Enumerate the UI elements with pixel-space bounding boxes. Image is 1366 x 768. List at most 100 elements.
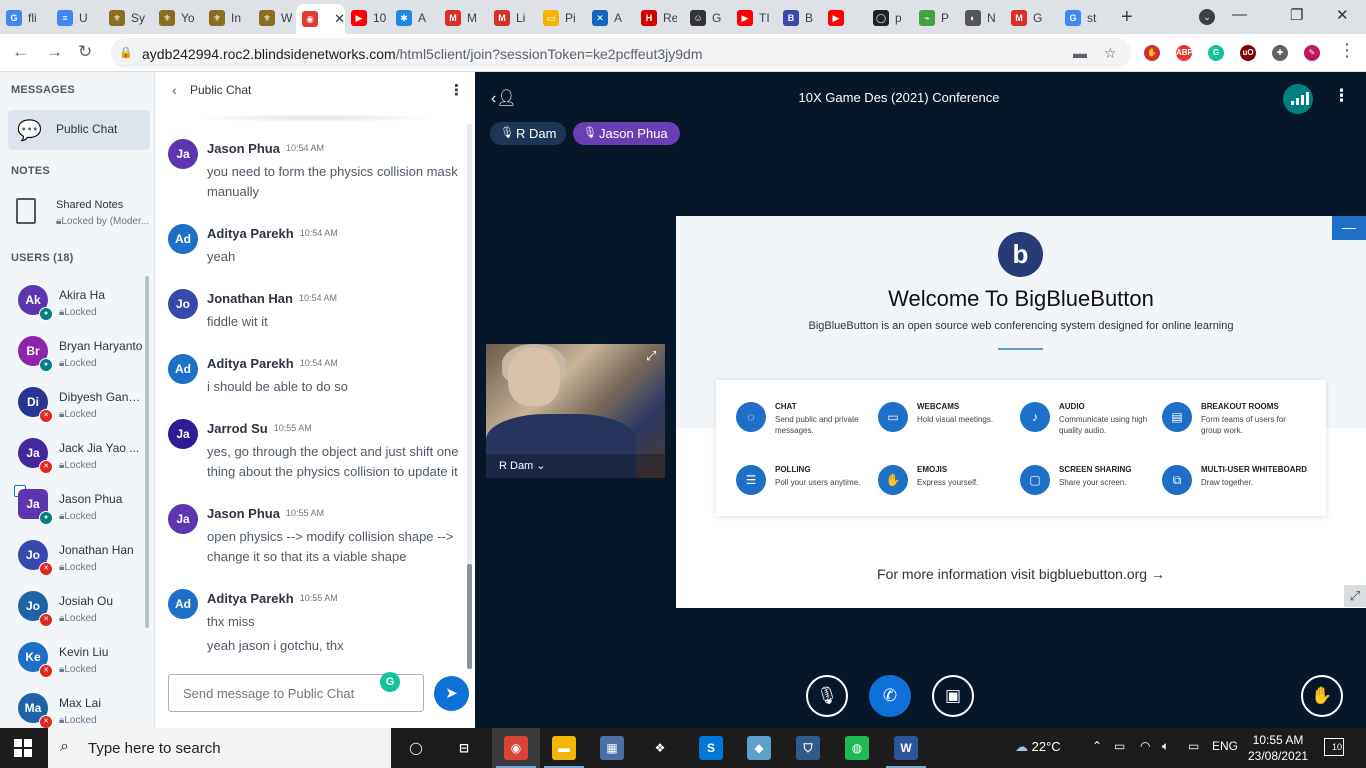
- connection-status-icon[interactable]: [1283, 84, 1313, 114]
- mute-mic-button[interactable]: 🎙: [806, 675, 848, 717]
- browser-tab[interactable]: ◉ ✕: [296, 4, 345, 34]
- user-list-item[interactable]: Jo ✕ Josiah Ou 🔒︎Locked: [0, 586, 147, 637]
- talking-indicator-r-dam[interactable]: 🎙︎ R Dam: [490, 122, 566, 145]
- browser-tab[interactable]: ◯ p: [867, 4, 913, 32]
- browser-tab[interactable]: ⚜ Yo: [153, 4, 203, 32]
- weather-widget[interactable]: ☁ 22°C: [1015, 739, 1061, 755]
- browser-tab[interactable]: H Re: [635, 4, 683, 32]
- browser-tab[interactable]: BB: [777, 4, 822, 32]
- notification-center-icon[interactable]: 10: [1324, 738, 1344, 756]
- presentation-fullscreen-icon[interactable]: ⤢: [1344, 585, 1366, 607]
- back-arrow-icon[interactable]: ←: [12, 42, 29, 62]
- browser-tab[interactable]: ✱ A: [390, 4, 439, 32]
- new-tab-button[interactable]: +: [1121, 6, 1133, 29]
- browser-tab[interactable]: M Li: [488, 4, 535, 32]
- user-list-item[interactable]: Ak ● Akira Ha 🔒︎Locked: [0, 280, 147, 331]
- reload-icon[interactable]: ↻: [78, 42, 92, 62]
- browser-tab[interactable]: ⚜ W: [253, 4, 296, 32]
- user-list-item[interactable]: Ma ✕ Max Lai 🔒︎Locked: [0, 688, 147, 728]
- browser-tab[interactable]: ⌁ P: [913, 4, 959, 32]
- browser-tab[interactable]: ✕ A: [586, 4, 634, 32]
- browser-tab[interactable]: ▶: [822, 4, 867, 32]
- extension-icon[interactable]: ✎: [1304, 45, 1320, 61]
- chat-message-field[interactable]: G: [168, 672, 424, 712]
- browser-tab[interactable]: Gst: [1059, 4, 1104, 32]
- user-list-item[interactable]: Di ✕ Dibyesh Gang... 🔒︎Locked: [0, 382, 147, 433]
- browser-tab[interactable]: ◐ N: [959, 4, 1004, 32]
- url-field[interactable]: 🔒 aydb242994.roc2.blindsidenetworks.com/…: [111, 38, 1131, 68]
- taskbar-app-icon[interactable]: ⊟: [452, 736, 476, 760]
- browser-tab[interactable]: ▭ Pi: [537, 4, 587, 32]
- taskbar-app-icon[interactable]: ▬: [552, 736, 576, 760]
- restore-button[interactable]: ❐: [1290, 6, 1303, 24]
- raise-hand-button[interactable]: ✋: [1301, 675, 1343, 717]
- browser-tab[interactable]: ▶ 10: [345, 4, 390, 32]
- extension-icon[interactable]: ✋: [1144, 45, 1160, 61]
- chat-title[interactable]: Public Chat: [190, 83, 251, 97]
- taskbar-app-icon[interactable]: S: [699, 736, 723, 760]
- extension-icon[interactable]: ABP: [1176, 45, 1193, 61]
- lock-icon[interactable]: 🔒: [119, 46, 133, 59]
- taskbar-app-icon[interactable]: ▦: [600, 736, 624, 760]
- browser-tab[interactable]: ⚜ In: [203, 4, 253, 32]
- hide-chat-chevron-icon[interactable]: ‹: [172, 82, 177, 98]
- browser-tab[interactable]: ☺ G: [684, 4, 731, 32]
- taskbar-app-icon[interactable]: ◆: [747, 736, 771, 760]
- chat-message-input[interactable]: [183, 686, 383, 701]
- camera-blocked-icon[interactable]: ▬: [1073, 45, 1087, 61]
- browser-tab[interactable]: ▶ TI: [731, 4, 777, 32]
- battery-icon[interactable]: ▭: [1188, 739, 1199, 753]
- taskbar-search-field[interactable]: ⌕ Type here to search: [48, 728, 391, 768]
- close-tab-icon[interactable]: ✕: [334, 11, 345, 27]
- taskbar-app-icon[interactable]: ◉: [504, 736, 528, 760]
- extension-icon[interactable]: G: [1208, 45, 1224, 61]
- leave-audio-button[interactable]: ✆: [869, 675, 911, 717]
- options-menu-icon[interactable]: ⋮: [1333, 86, 1350, 106]
- shared-notes-nav-item[interactable]: Shared Notes 🔒︎Locked by (Moder...: [8, 192, 150, 232]
- browser-tab[interactable]: MM: [439, 4, 488, 32]
- chat-scroll-thumb[interactable]: [467, 564, 472, 669]
- input-language[interactable]: ENG: [1212, 739, 1238, 753]
- browser-tab[interactable]: ≡ U: [51, 4, 103, 32]
- chat-scrollbar[interactable]: [467, 124, 472, 669]
- public-chat-nav-item[interactable]: 💬 Public Chat: [8, 110, 150, 150]
- browser-tab[interactable]: ⚜ Sy: [103, 4, 153, 32]
- volume-icon[interactable]: 🔈︎: [1162, 739, 1169, 754]
- grammarly-icon[interactable]: G: [380, 672, 400, 692]
- taskbar-clock[interactable]: 10:55 AM 23/08/2021: [1248, 732, 1308, 764]
- user-list-item[interactable]: Ja ✕ Jack Jia Yao ... 🔒︎Locked: [0, 433, 147, 484]
- tab-search-icon[interactable]: ⌄: [1199, 9, 1215, 25]
- user-list-item[interactable]: Jo ✕ Jonathan Han 🔒︎Locked: [0, 535, 147, 586]
- close-window-button[interactable]: ✕: [1336, 6, 1349, 24]
- browser-tab[interactable]: MG: [1005, 4, 1059, 32]
- taskbar-app-icon[interactable]: W: [894, 736, 918, 760]
- webcam-user-dropdown[interactable]: R Dam ⌄: [499, 459, 546, 472]
- user-list-item[interactable]: Ke ✕ Kevin Liu 🔒︎Locked: [0, 637, 147, 688]
- talking-indicator-jason-phua[interactable]: 🎙︎ Jason Phua: [573, 122, 680, 145]
- user-list-item[interactable]: Br ● Bryan Haryanto 🔒︎Locked: [0, 331, 147, 382]
- meet-now-icon[interactable]: ▭: [1114, 739, 1125, 753]
- show-hidden-icons-chevron-icon[interactable]: ⌃: [1092, 739, 1102, 753]
- taskbar-app-icon[interactable]: ⛉: [796, 736, 820, 760]
- taskbar-app-icon[interactable]: ◍: [845, 736, 869, 760]
- minimize-button[interactable]: —: [1232, 6, 1247, 23]
- fullscreen-icon[interactable]: ⤢: [646, 348, 656, 364]
- windows-start-icon[interactable]: [14, 739, 32, 757]
- taskbar-app-icon[interactable]: ❖: [648, 736, 672, 760]
- extension-icon[interactable]: uO: [1240, 45, 1256, 61]
- extension-icon[interactable]: ✚: [1272, 45, 1288, 61]
- feature-item: ⧉ MULTI-USER WHITEBOARD Draw together.: [1162, 465, 1307, 505]
- send-message-button[interactable]: ➤: [434, 676, 469, 711]
- browser-menu-icon[interactable]: ⋮: [1338, 40, 1356, 61]
- chat-options-icon[interactable]: ⋮: [449, 81, 464, 99]
- wifi-icon[interactable]: ◠: [1140, 739, 1150, 753]
- user-list-scrollbar[interactable]: [145, 276, 149, 628]
- taskbar-app-icon[interactable]: ◯: [404, 736, 428, 760]
- browser-tab[interactable]: Gfli: [0, 4, 51, 32]
- share-webcam-button[interactable]: ▣: [932, 675, 974, 717]
- user-list-item[interactable]: Ja ● Jason Phua 🔒︎Locked: [0, 484, 147, 535]
- bookmark-star-icon[interactable]: ☆: [1104, 45, 1117, 62]
- minimize-presentation-button[interactable]: —: [1332, 216, 1366, 240]
- forward-arrow-icon[interactable]: →: [46, 42, 63, 62]
- webcam-video[interactable]: R Dam ⌄ ⤢: [486, 344, 665, 478]
